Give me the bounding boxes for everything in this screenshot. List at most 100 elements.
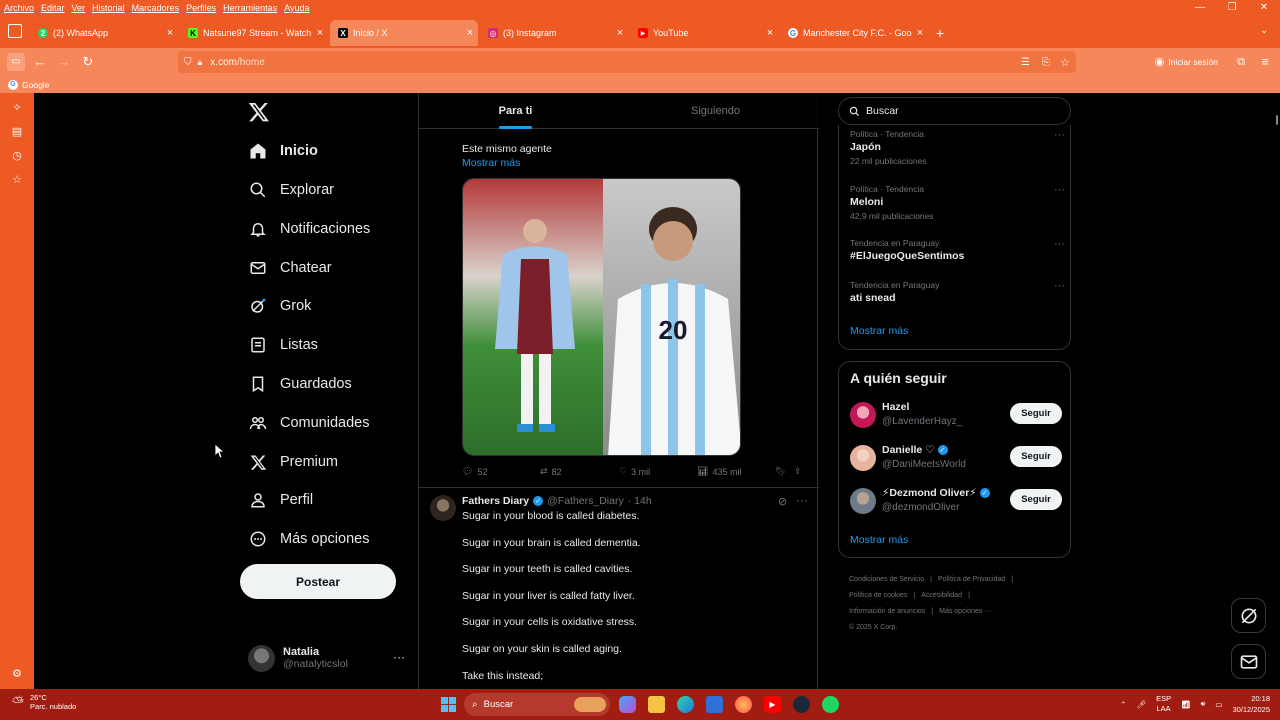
tweet-time[interactable]: · 14h — [628, 495, 652, 507]
history-icon[interactable]: ◷ — [10, 149, 24, 163]
settings-icon[interactable]: ⚙ — [10, 667, 24, 681]
trend-item[interactable]: Política · Tendencia Japón 22 mil public… — [850, 129, 1065, 166]
tab-following[interactable]: Siguiendo — [619, 93, 812, 129]
forward-icon[interactable]: → — [55, 53, 73, 71]
new-tab-icon[interactable]: + — [936, 25, 944, 41]
reload-icon[interactable]: ↻ — [79, 53, 97, 71]
tab-instagram[interactable]: ◎ (3) Instagram × — [480, 20, 628, 46]
close-tab-icon[interactable]: × — [462, 27, 478, 39]
trend-item[interactable]: Política · Tendencia Meloni 42,9 mil pub… — [850, 184, 1065, 221]
more-icon[interactable]: ··· — [796, 493, 808, 507]
tweet-image[interactable]: 20 — [462, 178, 741, 456]
follow-button[interactable]: Seguir — [1010, 446, 1062, 467]
nav-more[interactable]: Más opciones — [248, 524, 369, 554]
menu-icon[interactable]: ≡ — [1256, 53, 1274, 71]
nav-communities[interactable]: Comunidades — [248, 408, 369, 438]
nav-chat[interactable]: Chatear — [248, 253, 332, 283]
author-handle[interactable]: @Fathers_Diary — [547, 495, 624, 507]
close-window-icon[interactable]: ✕ — [1248, 0, 1280, 16]
show-more-link[interactable]: Mostrar más — [850, 325, 908, 337]
menu-marcadores[interactable]: Marcadores — [132, 3, 180, 13]
nav-explore[interactable]: Explorar — [248, 175, 334, 205]
footer-link[interactable]: Información de anuncios — [849, 608, 925, 615]
translate-icon[interactable]: ⎘ — [1042, 57, 1050, 68]
tab-overview-icon[interactable] — [8, 24, 22, 38]
menu-historial[interactable]: Historial — [92, 3, 125, 13]
restore-icon[interactable]: ❐ — [1216, 0, 1248, 16]
more-icon[interactable]: ··· — [1054, 280, 1065, 292]
login-button[interactable]: ◉ Iniciar sesión — [1155, 55, 1218, 68]
menu-ver[interactable]: Ver — [72, 3, 86, 13]
windows-start-icon[interactable] — [440, 696, 457, 713]
close-tab-icon[interactable]: × — [612, 27, 628, 39]
grok-fab[interactable] — [1231, 598, 1266, 633]
footer-link[interactable]: Política de Privacidad — [938, 576, 1005, 583]
grok-icon[interactable]: ⊘ — [778, 495, 787, 508]
back-icon[interactable]: ← — [31, 53, 49, 71]
follow-suggestion[interactable]: Hazel @LavenderHayz_ Seguir — [850, 401, 1062, 431]
nav-notifications[interactable]: Notificaciones — [248, 214, 370, 244]
star-icon[interactable]: ☆ — [1060, 56, 1070, 69]
retweet-button[interactable]: ⇄ 82 — [540, 466, 562, 477]
sidebar-toggle-icon[interactable]: ▭ — [7, 53, 25, 71]
reader-view-icon[interactable]: ☰ — [1021, 57, 1030, 68]
footer-link[interactable]: Condiciones de Servicio — [849, 576, 924, 583]
search-input[interactable]: Buscar — [838, 97, 1071, 125]
taskbar-search[interactable]: ⌕ Buscar — [464, 693, 610, 716]
menu-ayuda[interactable]: Ayuda — [284, 3, 309, 13]
like-button[interactable]: ♡ 3 mil — [619, 466, 650, 477]
keyboard-layout[interactable]: LAA — [1156, 704, 1171, 714]
tab-google[interactable]: G Manchester City F.C. - Google Search × — [780, 20, 928, 46]
tab-x[interactable]: X Inicio / X × — [330, 20, 478, 46]
author-name[interactable]: Fathers Diary — [462, 495, 529, 507]
footer-link[interactable]: Más opciones ··· — [939, 608, 991, 615]
follow-suggestion[interactable]: ⚡Dezmond Oliver⚡ ✓ @dezmondOliver Seguir — [850, 487, 1062, 517]
steam-icon[interactable] — [793, 696, 810, 713]
views-button[interactable]: 📊︎ 435 mil — [697, 466, 741, 477]
nav-profile[interactable]: Perfil — [248, 485, 313, 515]
shield-icon[interactable]: ⛉ — [184, 57, 192, 68]
account-switcher[interactable]: Natalia @natalyticslol ··· — [248, 642, 408, 674]
nav-home[interactable]: Inicio — [248, 136, 318, 166]
language-code[interactable]: ESP — [1156, 694, 1171, 704]
sync-tabs-icon[interactable]: ▤ — [10, 125, 24, 139]
show-more-link[interactable]: Mostrar más — [462, 157, 520, 169]
menu-herramientas[interactable]: Herramientas — [223, 3, 277, 13]
speaker-icon[interactable]: 🔊︎ — [1201, 699, 1206, 709]
address-bar[interactable]: ⛉ 🔒︎ x.com/home ☰ ⎘ ☆ — [178, 51, 1076, 73]
tab-whatsapp[interactable]: 2 (2) WhatsApp × — [30, 20, 178, 46]
weather-widget[interactable]: ⛅︎ 26°C Parc. nublado — [12, 693, 76, 711]
trend-item[interactable]: Tendencia en Paraguay #ElJuegoQueSentimo… — [850, 238, 1065, 262]
battery-icon[interactable]: ▭ — [1215, 700, 1222, 709]
more-icon[interactable]: ··· — [1054, 184, 1065, 196]
chevron-down-icon[interactable]: ⌄ — [1260, 25, 1268, 36]
more-icon[interactable]: ··· — [393, 650, 405, 664]
close-tab-icon[interactable]: × — [762, 27, 778, 39]
bookmarks-icon[interactable]: ☆ — [10, 173, 24, 187]
ai-sparkle-icon[interactable]: ✧ — [10, 101, 24, 115]
menu-editar[interactable]: Editar — [41, 3, 65, 13]
follow-button[interactable]: Seguir — [1010, 403, 1062, 424]
wifi-icon[interactable]: 📶︎ — [1181, 700, 1191, 709]
close-tab-icon[interactable]: × — [912, 27, 928, 39]
nav-bookmarks[interactable]: Guardados — [248, 369, 352, 399]
spotify-icon[interactable] — [822, 696, 839, 713]
footer-link[interactable]: Política de cookies — [849, 592, 907, 599]
nav-premium[interactable]: Premium — [248, 447, 338, 477]
nav-grok[interactable]: Grok — [248, 291, 311, 321]
menu-archivo[interactable]: Archivo — [4, 3, 34, 13]
x-logo-icon[interactable] — [248, 101, 270, 123]
tab-kick[interactable]: K Natsune97 Stream - Watch Live × — [180, 20, 328, 46]
share-button[interactable]: ⇪ — [794, 466, 802, 477]
close-tab-icon[interactable]: × — [162, 27, 178, 39]
bookmark-button[interactable]: 🔖︎ — [775, 466, 786, 477]
lock-icon[interactable]: 🔒︎ — [198, 57, 203, 68]
footer-link[interactable]: Accesibilidad — [921, 592, 962, 599]
more-icon[interactable]: ··· — [1054, 238, 1065, 250]
youtube-icon[interactable]: ▶ — [764, 696, 781, 713]
firefox-icon[interactable] — [735, 696, 752, 713]
clock[interactable]: 20:18 30/12/2025 — [1232, 693, 1270, 715]
show-more-link[interactable]: Mostrar más — [850, 534, 908, 546]
scrollbar[interactable] — [1276, 115, 1278, 125]
file-explorer-icon[interactable] — [648, 696, 665, 713]
